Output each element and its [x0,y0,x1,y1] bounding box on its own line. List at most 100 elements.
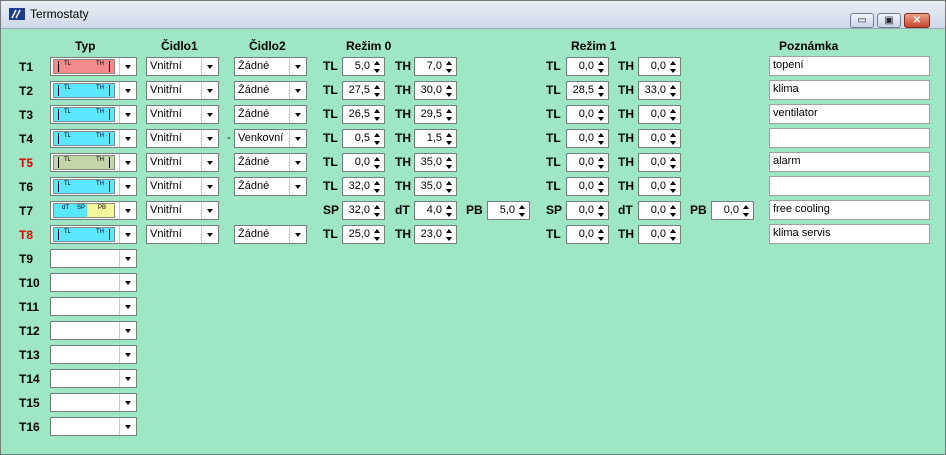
rezim1-pb-spinner[interactable]: 0,0 [711,201,754,220]
rezim1-dt-spinner[interactable]: 0,0 [638,201,681,220]
spin-down-icon[interactable] [444,235,455,243]
rezim0-dt-spinner[interactable]: 4,0 [414,201,457,220]
typ-select[interactable] [50,297,137,316]
chevron-down-icon[interactable] [201,106,218,123]
spin-down-icon[interactable] [444,67,455,75]
spin-down-icon[interactable] [444,163,455,171]
chevron-down-icon[interactable] [119,82,136,99]
rezim0-th-spinner[interactable]: 1,5 [414,129,457,148]
chevron-down-icon[interactable] [119,106,136,123]
spin-down-icon[interactable] [372,211,383,219]
rezim0-th-spinner[interactable]: 7,0 [414,57,457,76]
chevron-down-icon[interactable] [119,58,136,75]
chevron-down-icon[interactable] [289,130,306,147]
spin-down-icon[interactable] [444,91,455,99]
cidlo2-select[interactable]: Žádné [234,177,307,196]
spin-up-icon[interactable] [668,203,679,211]
spin-up-icon[interactable] [444,179,455,187]
rezim0-tl-spinner[interactable]: 32,0 [342,177,385,196]
spin-up-icon[interactable] [444,203,455,211]
spin-down-icon[interactable] [596,67,607,75]
spin-up-icon[interactable] [444,227,455,235]
spin-up-icon[interactable] [444,155,455,163]
cidlo2-select[interactable]: Žádné [234,81,307,100]
note-field[interactable]: alarm [769,152,930,172]
spin-up-icon[interactable] [668,59,679,67]
chevron-down-icon[interactable] [201,82,218,99]
spin-down-icon[interactable] [372,187,383,195]
typ-select[interactable] [50,273,137,292]
spin-down-icon[interactable] [668,211,679,219]
rezim1-tl-spinner[interactable]: 0,0 [566,129,609,148]
rezim1-th-spinner[interactable]: 0,0 [638,153,681,172]
spin-down-icon[interactable] [444,139,455,147]
cidlo2-select[interactable]: Žádné [234,225,307,244]
rezim1-tl-spinner[interactable]: 0,0 [566,105,609,124]
spin-down-icon[interactable] [668,115,679,123]
spin-down-icon[interactable] [517,211,528,219]
cidlo2-select[interactable]: Venkovní [234,129,307,148]
rezim0-pb-spinner[interactable]: 5,0 [487,201,530,220]
spin-up-icon[interactable] [372,155,383,163]
spin-up-icon[interactable] [372,203,383,211]
spin-up-icon[interactable] [596,179,607,187]
spin-up-icon[interactable] [668,107,679,115]
note-field[interactable]: topení [769,56,930,76]
rezim1-th-spinner[interactable]: 0,0 [638,177,681,196]
cidlo2-select[interactable]: Žádné [234,105,307,124]
spin-up-icon[interactable] [372,107,383,115]
spin-down-icon[interactable] [596,235,607,243]
spin-down-icon[interactable] [596,187,607,195]
chevron-down-icon[interactable] [119,274,136,291]
spin-up-icon[interactable] [444,59,455,67]
chevron-down-icon[interactable] [119,226,136,243]
chevron-down-icon[interactable] [119,130,136,147]
chevron-down-icon[interactable] [289,154,306,171]
typ-select[interactable]: TL TH [50,57,137,76]
spin-up-icon[interactable] [741,203,752,211]
spin-up-icon[interactable] [444,131,455,139]
spin-down-icon[interactable] [741,211,752,219]
maximize-button[interactable]: ▣ [877,13,901,28]
typ-select[interactable]: dT SP PB [50,201,137,220]
note-field[interactable] [769,176,930,196]
rezim0-tl-spinner[interactable]: 27,5 [342,81,385,100]
chevron-down-icon[interactable] [119,418,136,435]
chevron-down-icon[interactable] [201,178,218,195]
spin-up-icon[interactable] [596,107,607,115]
rezim0-tl-spinner[interactable]: 5,0 [342,57,385,76]
cidlo1-select[interactable]: Vnitřní [146,153,219,172]
chevron-down-icon[interactable] [119,394,136,411]
rezim1-th-spinner[interactable]: 0,0 [638,225,681,244]
typ-select[interactable]: TL TH [50,153,137,172]
chevron-down-icon[interactable] [201,226,218,243]
spin-up-icon[interactable] [596,59,607,67]
spin-down-icon[interactable] [372,91,383,99]
spin-down-icon[interactable] [596,211,607,219]
spin-down-icon[interactable] [444,187,455,195]
rezim0-th-spinner[interactable]: 30,0 [414,81,457,100]
cidlo1-select[interactable]: Vnitřní [146,105,219,124]
spin-up-icon[interactable] [668,131,679,139]
spin-down-icon[interactable] [372,139,383,147]
cidlo1-select[interactable]: Vnitřní [146,81,219,100]
chevron-down-icon[interactable] [119,250,136,267]
cidlo2-select[interactable]: Žádné [234,153,307,172]
spin-down-icon[interactable] [668,67,679,75]
typ-select[interactable] [50,417,137,436]
typ-select[interactable] [50,249,137,268]
rezim0-th-spinner[interactable]: 29,5 [414,105,457,124]
chevron-down-icon[interactable] [119,298,136,315]
rezim1-tl-spinner[interactable]: 0,0 [566,177,609,196]
cidlo2-select[interactable]: Žádné [234,57,307,76]
chevron-down-icon[interactable] [289,106,306,123]
note-field[interactable]: ventilator [769,104,930,124]
typ-select[interactable]: TL TH [50,81,137,100]
typ-select[interactable]: TL TH [50,105,137,124]
spin-down-icon[interactable] [444,115,455,123]
typ-select[interactable] [50,393,137,412]
spin-down-icon[interactable] [372,163,383,171]
spin-up-icon[interactable] [668,227,679,235]
rezim0-th-spinner[interactable]: 23,0 [414,225,457,244]
spin-up-icon[interactable] [596,83,607,91]
